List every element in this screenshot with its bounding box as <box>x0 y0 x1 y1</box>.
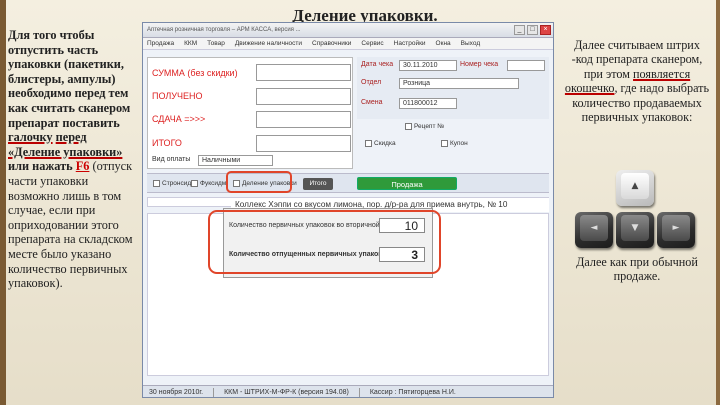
sum-label: СУММА (без скидки) <box>152 68 238 78</box>
arrow-left-key: ◄ <box>575 212 613 248</box>
app-menubar: Продажа ККМ Товар Движение наличности Сп… <box>143 38 553 50</box>
sum-panel: СУММА (без скидки) ПОЛУЧЕНО СДАЧА =>>> И… <box>147 57 353 169</box>
check-number-field[interactable] <box>507 60 545 71</box>
info-panel: Дата чека 30.11.2010 Номер чека Отдел Ро… <box>357 57 549 119</box>
received-label: ПОЛУЧЕНО <box>152 91 203 101</box>
menu-service[interactable]: Сервис <box>361 40 383 47</box>
menu-cash-flow[interactable]: Движение наличности <box>235 40 302 47</box>
date-field[interactable]: 30.11.2010 <box>399 60 457 71</box>
highlight-dialog <box>208 210 441 274</box>
menu-windows[interactable]: Окна <box>436 40 451 47</box>
slide-frame-left <box>0 0 6 405</box>
f6-key-label: F6 <box>75 159 90 174</box>
sum-field <box>256 64 351 81</box>
option-label-1: Стронсид <box>162 180 192 187</box>
left-text-part4: (отпуск части упаковки возможно лишь в т… <box>8 159 133 291</box>
shift-label: Смена <box>361 99 383 106</box>
highlight-split-checkbox <box>226 171 292 193</box>
payment-select[interactable]: Наличными <box>198 155 273 166</box>
arrow-keys-image: ▲ ◄ ▼ ► <box>575 170 715 254</box>
left-text-part1: Для того чтобы отпустить часть упаковки … <box>8 28 131 130</box>
arrow-right-key: ► <box>657 212 695 248</box>
status-date: 30 ноября 2010г. <box>149 389 204 396</box>
dept-field[interactable]: Розница <box>399 78 519 89</box>
slide-frame-right <box>716 0 720 405</box>
left-text-checkbox-word: галочку <box>8 130 53 145</box>
left-instruction-text: Для того чтобы отпустить часть упаковки … <box>8 28 141 291</box>
change-label: СДАЧА =>>> <box>152 114 206 124</box>
option-label-2: Фуксидм <box>200 180 227 187</box>
sale-toolbar: Стронсид Фуксидм Деление упаковки Итого … <box>147 173 549 193</box>
payment-label: Вид оплаты <box>152 156 191 163</box>
recipe-checkbox[interactable]: Рецепт № <box>405 123 444 130</box>
arrow-down-icon: ▼ <box>621 215 649 241</box>
dept-label: Отдел <box>361 79 382 86</box>
option-checkbox-2[interactable]: Фуксидм <box>191 180 226 187</box>
option-checkbox-1[interactable]: Стронсид <box>153 180 191 187</box>
arrow-left-icon: ◄ <box>580 215 608 241</box>
arrow-up-key: ▲ <box>616 170 654 206</box>
date-label: Дата чека <box>361 61 394 68</box>
arrow-down-key: ▼ <box>616 212 654 248</box>
menu-settings[interactable]: Настройки <box>394 40 426 47</box>
close-icon[interactable]: × <box>540 25 551 35</box>
statusbar: 30 ноября 2010г. ККМ - ШТРИХ-М-ФР-К (вер… <box>143 385 553 397</box>
arrow-up-icon: ▲ <box>621 173 649 199</box>
menu-sale[interactable]: Продажа <box>147 40 174 47</box>
menu-exit[interactable]: Выход <box>461 40 480 47</box>
recipe-label: Рецепт № <box>414 123 445 130</box>
maximize-icon[interactable]: □ <box>527 25 538 35</box>
shift-field[interactable]: 011800012 <box>399 98 457 109</box>
right-instruction-text: Далее считываем штрих -код препарата ска… <box>563 38 711 124</box>
menu-references[interactable]: Справочники <box>312 40 351 47</box>
left-text-part3: или нажать <box>8 159 76 174</box>
minimize-icon[interactable]: _ <box>514 25 525 35</box>
received-field[interactable] <box>256 88 351 105</box>
app-titlebar: Аптечная розничная торговля – АРМ КАССА,… <box>143 23 553 38</box>
coupon-label: Купон <box>450 140 468 147</box>
menu-goods[interactable]: Товар <box>207 40 225 47</box>
status-kkm: ККМ - ШТРИХ-М-ФР-К (версия 194.08) <box>224 389 349 396</box>
sale-button[interactable]: Продажа <box>357 177 457 190</box>
arrow-right-icon: ► <box>662 215 690 241</box>
total-field <box>256 135 351 152</box>
menu-kkm[interactable]: ККМ <box>184 40 197 47</box>
discount-checkbox[interactable]: Скидка <box>365 140 396 147</box>
status-cashier: Кассир : Пятигорцева Н.И. <box>369 389 456 396</box>
coupon-checkbox[interactable]: Купон <box>441 140 468 147</box>
app-title: Аптечная розничная торговля – АРМ КАССА,… <box>147 27 301 33</box>
change-field <box>256 111 351 128</box>
check-number-label: Номер чека <box>460 61 499 68</box>
total-button[interactable]: Итого <box>303 178 333 190</box>
right-followup-text: Далее как при обычной продаже. <box>576 255 698 284</box>
total-label: ИТОГО <box>152 138 182 148</box>
discount-label: Скидка <box>374 140 396 147</box>
